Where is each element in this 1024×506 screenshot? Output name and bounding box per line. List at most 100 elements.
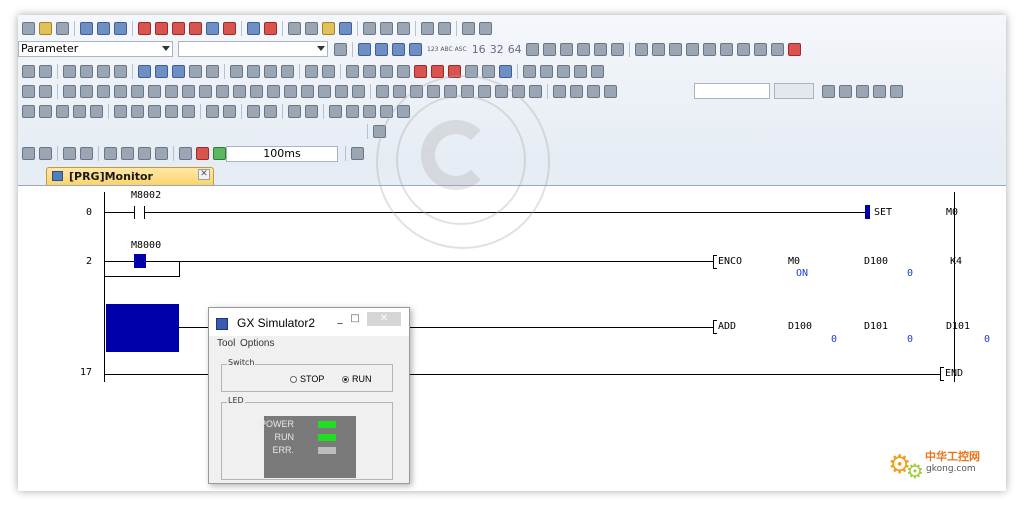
interval-apply-icon[interactable] [351,146,364,160]
parameter-combo[interactable]: Parameter [18,41,173,57]
save-icon[interactable] [56,21,69,35]
preview-icon[interactable] [438,21,451,35]
step-3-icon[interactable] [148,104,161,118]
op-3-icon[interactable] [284,84,297,98]
delete-line-icon[interactable] [206,64,219,78]
bit-64-label[interactable]: 64 [508,43,522,56]
remove-icon[interactable] [529,84,542,98]
sfc-2-icon[interactable] [39,104,52,118]
coil-2-icon[interactable] [39,84,52,98]
format-16-icon[interactable] [409,42,422,56]
monitor-write-mode-icon[interactable] [414,64,427,78]
list-used-icon[interactable] [651,42,665,56]
magnify-icon[interactable] [499,64,512,78]
sfc-4-icon[interactable] [73,104,86,118]
sfc-5-icon[interactable] [90,104,103,118]
label-input-2[interactable] [774,83,814,99]
window-icon[interactable] [339,21,352,35]
device-batch-icon[interactable] [525,42,539,56]
simulation-stop-icon[interactable] [223,21,236,35]
write-mode-icon[interactable] [380,64,393,78]
highlight-icon[interactable] [431,64,444,78]
list-5-icon[interactable] [591,64,604,78]
open-icon[interactable] [39,21,52,35]
jump-2-icon[interactable] [223,104,236,118]
new-icon[interactable] [22,21,35,35]
trace-icon[interactable] [264,21,277,35]
op-icon[interactable] [250,84,263,98]
transition-2-icon[interactable] [305,104,318,118]
sampling-icon[interactable] [179,146,192,160]
help-icon[interactable] [479,21,492,35]
sfc-zoom-icon[interactable] [329,104,342,118]
cross-ref-icon[interactable] [634,42,648,56]
format-10-icon[interactable] [392,42,405,56]
monitor-start-icon[interactable] [138,21,151,35]
plf-icon[interactable] [131,84,144,98]
gx-simulator-dialog[interactable]: GX Simulator2 – □ ✕ Tool Options Switch … [208,307,410,484]
device-list-icon[interactable] [668,42,682,56]
alias-icon[interactable] [736,42,750,56]
watch-3-icon[interactable] [593,42,607,56]
link-icon[interactable] [233,84,246,98]
sfc-icon[interactable] [22,104,35,118]
program-combo[interactable] [178,41,328,57]
transition-icon[interactable] [288,104,301,118]
op-5-icon[interactable] [318,84,331,98]
trace-5-icon[interactable] [873,84,886,98]
op-2-icon[interactable] [267,84,280,98]
comment-icon[interactable] [685,42,699,56]
device-monitor-icon[interactable] [172,21,185,35]
contact-pf-icon[interactable] [182,84,195,98]
stop-radio[interactable]: STOP [290,374,324,384]
watch-2-icon[interactable] [576,42,590,56]
monitor-restart-icon[interactable] [482,64,495,78]
monitor-pause-icon[interactable] [465,64,478,78]
structure-icon[interactable] [553,84,566,98]
op-4-icon[interactable] [301,84,314,98]
instruction-icon[interactable] [97,84,110,98]
contact-f-icon[interactable] [165,84,178,98]
simulation-icon[interactable] [206,21,219,35]
fb-3-icon[interactable] [410,84,423,98]
trace-6-icon[interactable] [890,84,903,98]
selected-cell[interactable] [106,304,179,352]
f7-contact-icon[interactable] [22,64,35,78]
sfc-3-icon[interactable] [56,104,69,118]
function-4-icon[interactable] [281,64,294,78]
sf8-contact-icon[interactable] [39,64,52,78]
structure-2-icon[interactable] [570,84,583,98]
close-icon[interactable]: ✕ [198,169,210,180]
sfc-refresh-icon[interactable] [397,104,410,118]
trigger-icon[interactable] [213,146,226,160]
st-3-icon[interactable] [63,146,76,160]
read-plc-icon[interactable] [80,21,93,35]
arrow-icon[interactable] [216,84,229,98]
st-4-icon[interactable] [80,146,93,160]
menu-options[interactable]: Options [240,338,274,349]
contact-m8002-left[interactable] [134,206,135,219]
st-7-icon[interactable] [138,146,151,160]
rising-edge-icon[interactable] [138,64,151,78]
edit-cursor[interactable] [865,205,870,219]
falling-edge-icon[interactable] [155,64,168,78]
asf6-icon[interactable] [80,64,93,78]
info-icon[interactable] [462,21,475,35]
fb-5-icon[interactable] [444,84,457,98]
vline-icon[interactable] [80,84,93,98]
fb-4-icon[interactable] [427,84,440,98]
monitor-stop-icon[interactable] [155,21,168,35]
sfc-copy-icon[interactable] [380,104,393,118]
list-3-icon[interactable] [557,64,570,78]
buffer-monitor-icon[interactable] [189,21,202,35]
list-icon[interactable] [523,64,536,78]
grid-icon[interactable] [397,21,410,35]
tab-prg-monitor[interactable]: [PRG]Monitor Executing ... [46,167,214,200]
menu-tool[interactable]: Tool [217,338,235,349]
st-5-icon[interactable] [104,146,117,160]
hline-icon[interactable] [63,84,76,98]
device-register-icon[interactable] [542,42,556,56]
bit-32-label[interactable]: 32 [490,43,504,56]
st-2-icon[interactable] [39,146,52,160]
structure-4-icon[interactable] [604,84,617,98]
